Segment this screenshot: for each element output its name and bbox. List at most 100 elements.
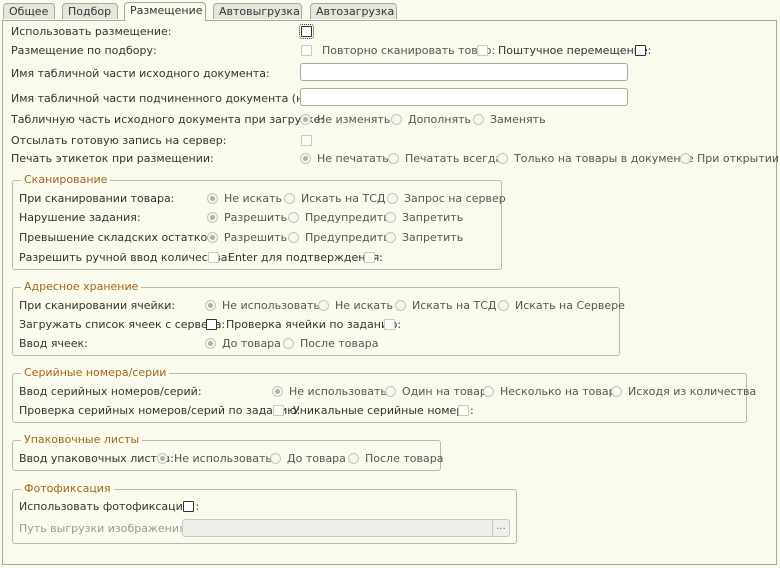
photo-path-input[interactable]: ... — [182, 519, 510, 537]
radio-cell-no-search[interactable] — [318, 300, 329, 311]
radio-violation-deny-label: Запретить — [402, 211, 464, 224]
enter-confirm-checkbox[interactable] — [364, 252, 375, 263]
tab-bar: Общее Подбор Размещение Автовыгрузка Авт… — [0, 0, 780, 22]
radio-cell-before[interactable] — [205, 338, 216, 349]
pack-group-title: Упаковочные листы — [21, 433, 143, 446]
radio-pack-before[interactable] — [270, 453, 281, 464]
tab-auto-export[interactable]: Автовыгрузка — [213, 3, 302, 19]
radio-print-always-label: Печатать всегда — [405, 152, 503, 165]
unique-serials-label: Уникальные серийные номера: — [293, 404, 474, 417]
radio-overstock-warn[interactable] — [288, 232, 299, 243]
radio-violation-warn-label: Предупредить — [305, 211, 390, 224]
radio-no-print-label: Не печатать — [317, 152, 389, 165]
tab-placement[interactable]: Размещение — [124, 2, 206, 21]
radio-serial-by-qty[interactable] — [611, 386, 622, 397]
source-table-on-load-label: Табличную часть исходного документа при … — [11, 113, 325, 126]
radio-serial-not-use-label: Не использовать — [289, 385, 387, 398]
radio-serial-one-label: Один на товар — [402, 385, 487, 398]
radio-serial-one[interactable] — [385, 386, 396, 397]
radio-scan-no-search-label: Не искать — [224, 192, 283, 205]
radio-cell-after[interactable] — [283, 338, 294, 349]
radio-cell-server-label: Искать на Сервере — [515, 299, 625, 312]
tab-selection[interactable]: Подбор — [62, 3, 118, 19]
radio-violation-warn[interactable] — [288, 212, 299, 223]
manual-qty-label: Разрешить ручной ввод количества: — [19, 251, 232, 264]
radio-cell-not-use-label: Не использовать — [222, 299, 320, 312]
radio-serial-by-qty-label: Исходя из количества — [628, 385, 757, 398]
print-labels-label: Печать этикеток при размещении: — [11, 152, 214, 165]
check-cell-label: Проверка ячейки по заданию: — [226, 318, 402, 331]
serial-check-label: Проверка серийных номеров/серий по задан… — [19, 404, 301, 417]
tab-label: Автовыгрузка — [219, 5, 300, 18]
radio-pack-after[interactable] — [348, 453, 359, 464]
radio-scan-tsd[interactable] — [284, 193, 295, 204]
send-ready-checkbox[interactable] — [301, 135, 312, 146]
use-photo-label: Использовать фотофиксацию : — [19, 500, 200, 513]
tab-auto-import[interactable]: Автозагрузка — [310, 3, 397, 19]
radio-violation-allow[interactable] — [207, 212, 218, 223]
radio-cell-before-label: До товара — [222, 337, 281, 350]
radio-no-change[interactable] — [300, 114, 311, 125]
radio-replace[interactable] — [473, 114, 484, 125]
radio-no-print[interactable] — [300, 153, 311, 164]
piece-move-checkbox[interactable] — [635, 45, 646, 56]
use-placement-label: Использовать размещение: — [11, 25, 172, 38]
check-cell-checkbox[interactable] — [384, 319, 395, 330]
radio-cell-not-use[interactable] — [205, 300, 216, 311]
radio-scan-no-search[interactable] — [207, 193, 218, 204]
serial-input-label: Ввод серийных номеров/серий: — [19, 385, 202, 398]
radio-violation-deny[interactable] — [385, 212, 396, 223]
radio-cell-tsd[interactable] — [395, 300, 406, 311]
radio-scan-server[interactable] — [387, 193, 398, 204]
load-cells-label: Загружать список ячеек с сервера: — [19, 318, 226, 331]
radio-serial-many-label: Несколько на товар — [500, 385, 616, 398]
radio-serial-many[interactable] — [483, 386, 494, 397]
scan-group-title: Сканирование — [21, 173, 111, 186]
tab-label: Подбор — [68, 5, 112, 18]
address-group-title: Адресное хранение — [21, 280, 142, 293]
radio-overstock-warn-label: Предупредить — [305, 231, 390, 244]
photo-group-title: Фотофиксация — [21, 482, 114, 495]
serial-check-checkbox[interactable] — [273, 405, 284, 416]
radio-pack-not-use[interactable] — [157, 453, 168, 464]
unique-serials-checkbox[interactable] — [458, 405, 469, 416]
radio-append[interactable] — [391, 114, 402, 125]
radio-scan-server-label: Запрос на сервер — [404, 192, 506, 205]
rescan-label: Повторно сканировать товар: — [322, 44, 496, 57]
radio-cell-tsd-label: Искать на ТСД — [412, 299, 497, 312]
radio-print-on-open-label: При открытии — [697, 152, 780, 165]
source-table-name-label: Имя табличной части исходного документа: — [11, 67, 270, 80]
radio-print-always[interactable] — [388, 153, 399, 164]
source-table-name-input[interactable] — [300, 63, 628, 81]
radio-print-on-open[interactable] — [680, 153, 691, 164]
radio-cell-after-label: После товара — [300, 337, 379, 350]
radio-print-doc-items[interactable] — [497, 153, 508, 164]
radio-cell-server[interactable] — [498, 300, 509, 311]
manual-qty-checkbox[interactable] — [208, 252, 219, 263]
radio-pack-after-label: После товара — [365, 452, 444, 465]
enter-confirm-label: Enter для подтверждения: — [228, 251, 383, 264]
sub-table-name-input[interactable] — [300, 88, 628, 106]
radio-overstock-deny[interactable] — [385, 232, 396, 243]
radio-pack-not-use-label: Не использовать — [174, 452, 272, 465]
radio-append-label: Дополнять — [408, 113, 471, 126]
cell-input-label: Ввод ячеек: — [19, 337, 88, 350]
radio-cell-no-search-label: Не искать — [335, 299, 394, 312]
on-scan-label: При сканировании товара: — [19, 192, 175, 205]
use-placement-checkbox[interactable] — [299, 24, 314, 39]
radio-pack-before-label: До товара — [287, 452, 346, 465]
tab-general[interactable]: Общее — [3, 3, 55, 19]
placement-by-pick-checkbox[interactable] — [301, 45, 312, 56]
radio-violation-allow-label: Разрешить — [224, 211, 288, 224]
radio-overstock-deny-label: Запретить — [402, 231, 464, 244]
radio-overstock-allow[interactable] — [207, 232, 218, 243]
load-cells-checkbox[interactable] — [206, 319, 217, 330]
violation-label: Нарушение задания: — [19, 211, 141, 224]
radio-overstock-allow-label: Разрешить — [224, 231, 288, 244]
serial-group-title: Серийные номера/серии — [21, 366, 170, 379]
photo-path-select-button[interactable]: ... — [492, 520, 509, 536]
radio-serial-not-use[interactable] — [272, 386, 283, 397]
pack-input-label: Ввод упаковочных листов: — [19, 452, 174, 465]
rescan-checkbox[interactable] — [477, 45, 488, 56]
use-photo-checkbox[interactable] — [183, 501, 194, 512]
